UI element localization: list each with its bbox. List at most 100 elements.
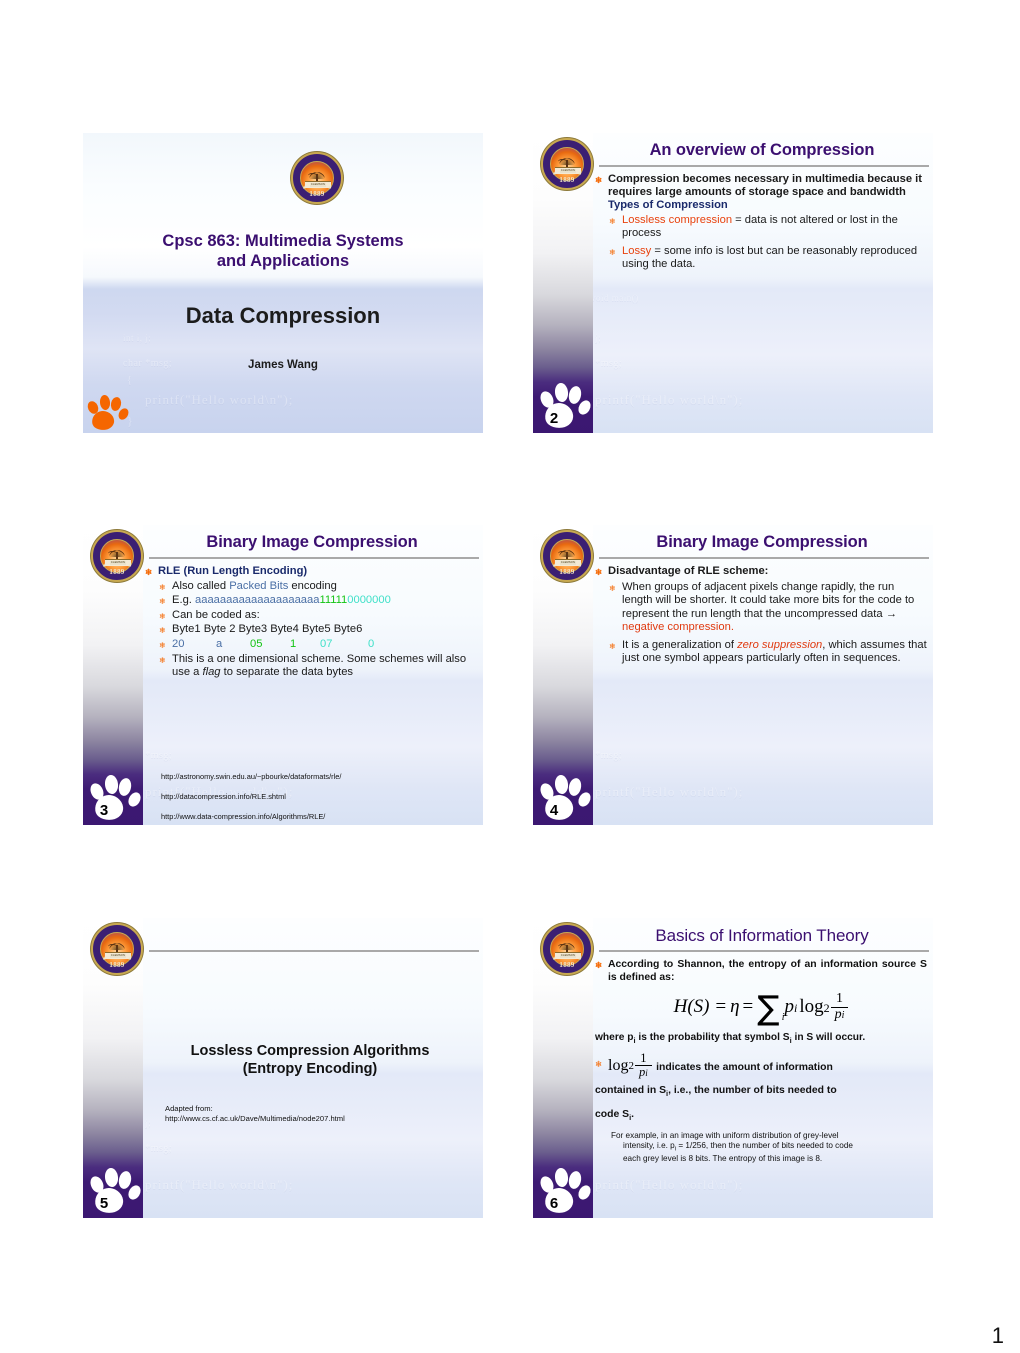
course-title-line-2: and Applications xyxy=(216,252,350,270)
p-subscript: i xyxy=(793,1001,798,1016)
example-note: For example, in an image with uniform di… xyxy=(595,1131,927,1165)
slide-6-basics-of-information-theory: printf("Hello world\n"); CLEMSON ★ ★ 1889… xyxy=(533,918,933,1218)
fraction-denominator: pi xyxy=(831,1007,849,1023)
source-note-url[interactable]: http://www.cs.cf.ac.uk/Dave/Multimedia/n… xyxy=(165,1114,475,1124)
reference-link-3[interactable]: http://www.data-compression.info/Algorit… xyxy=(161,812,477,821)
bullet-text: Also called Packed Bits encoding xyxy=(172,580,477,593)
text-segment: intensity, i.e. p xyxy=(623,1140,675,1150)
reference-link-1[interactable]: http://astronomy.swin.edu.au/~pbourke/da… xyxy=(161,772,477,781)
paw-bullet-icon: ❄ xyxy=(609,641,616,651)
formula-sigma: ∑ i xyxy=(757,991,784,1024)
slide-4-binary-image-compression-disadvantage: char *msg; { printf("Hello world\n"); } … xyxy=(533,525,933,825)
slide-1-title: int i, j; char *msg; { printf("Hello wor… xyxy=(83,133,483,433)
title-divider xyxy=(149,950,479,952)
byte6-value: 0 xyxy=(368,637,375,650)
clemson-seal-icon: CLEMSON ★ ★ 1889 xyxy=(541,923,593,975)
arrow-glyph: → xyxy=(885,607,897,620)
text-segment: where p xyxy=(595,1031,634,1043)
text-segment: is the probability that symbol S xyxy=(635,1031,790,1043)
text-segment: , i.e., the number of bits needed to xyxy=(668,1085,837,1097)
example-line-3: each grey level is 8 bits. The entropy o… xyxy=(623,1154,823,1164)
bullet-item: ❄ E.g. aaaaaaaaaaaaaaaaaaaa111110000000 xyxy=(159,594,477,607)
slide-3-binary-image-compression-rle: char *msg; printf("Hello world\n"); CLEM… xyxy=(83,525,483,825)
byte4-value: 1 xyxy=(290,637,297,650)
source-note-label: Adapted from: xyxy=(165,1104,213,1113)
zero-suppression-label: zero suppression xyxy=(737,638,823,651)
bullet-item: ❄ RLE (Run Length Encoding) xyxy=(145,565,477,578)
slide-body: ❄ Disadvantage of RLE scheme: ❄ When gro… xyxy=(595,565,927,821)
reference-links: http://astronomy.swin.edu.au/~pbourke/da… xyxy=(161,772,477,821)
slide-handout-page: int i, j; char *msg; { printf("Hello wor… xyxy=(0,0,1020,1353)
den-subscript: i xyxy=(841,1010,845,1022)
slide-5-lossless-compression-algorithms: int i, j; char *msg; { printf("Hello wor… xyxy=(83,918,483,1218)
bullet-item: ❄ Can be coded as: xyxy=(159,609,477,622)
title-divider xyxy=(149,557,479,559)
log-formula: log 2 1 pi xyxy=(608,1051,652,1080)
flag-keyword: flag xyxy=(202,666,221,679)
formula-log: log2 xyxy=(799,996,829,1018)
text-segment: Also called xyxy=(172,580,230,592)
paw-bullet-icon: ❄ xyxy=(609,247,616,257)
bullet-item: ❄ Lossy = some info is lost but can be r… xyxy=(609,245,927,272)
term-definition: = some info is lost but can be reasonabl… xyxy=(622,244,918,270)
paw-bullet-icon: ❄ xyxy=(609,216,616,226)
paw-bullet-icon: ❄ xyxy=(145,567,153,577)
paw-bullet-icon: ❄ xyxy=(595,960,603,970)
text-segment: . xyxy=(631,1108,635,1120)
bullet-text: This is a one dimensional scheme. Some s… xyxy=(172,653,477,680)
slide-title: Basics of Information Theory xyxy=(655,926,869,945)
clemson-seal-icon: CLEMSON ★ ★ 1889 xyxy=(541,138,593,190)
slide-background xyxy=(83,133,483,433)
paw-bullet-icon: ❄ xyxy=(595,175,603,185)
bullet-text: It is a generalization of zero suppressi… xyxy=(622,639,927,666)
slide-body: ❄ According to Shannon, the entropy of a… xyxy=(595,958,927,1214)
bullet-text: Lossless compression = data is not alter… xyxy=(622,214,927,241)
formula-equals: = xyxy=(742,996,754,1018)
bullet-text: Lossy = some info is lost but can be rea… xyxy=(622,245,927,272)
byte-header-row: Byte1 Byte 2 Byte3 Byte4 Byte5 Byte6 xyxy=(172,623,363,636)
bullet-text: According to Shannon, the entropy of an … xyxy=(608,959,927,983)
title-divider xyxy=(599,950,929,952)
presentation-title: Data Compression xyxy=(185,303,381,328)
paw-bullet-icon: ❄ xyxy=(159,597,166,607)
example-line-1: For example, in an image with uniform di… xyxy=(611,1130,839,1140)
formula-fraction: 1 pi xyxy=(830,991,849,1023)
bullet-item: ❄ When groups of adjacent pixels change … xyxy=(609,581,927,635)
reference-link-2[interactable]: http://datacompression.info/RLE.shtml xyxy=(161,792,477,801)
text-segment: It is a generalization of xyxy=(622,638,738,651)
section-title-line-1: Lossless Compression Algorithms xyxy=(190,1043,430,1059)
fraction-denominator: pi xyxy=(635,1066,652,1079)
example-line-2: intensity, i.e. pi = 1/256, then the num… xyxy=(611,1141,927,1155)
bullet-item: ❄ According to Shannon, the entropy of a… xyxy=(595,958,927,984)
paw-bullet-icon: ❄ xyxy=(159,640,166,650)
log-label: log xyxy=(799,996,824,1018)
text-segment: to separate the data bytes xyxy=(220,666,354,679)
text-segment: . xyxy=(730,621,734,634)
text-segment: When groups of adjacent pixels change ra… xyxy=(622,581,915,620)
text-segment: E.g. xyxy=(172,594,196,607)
entropy-formula: H(S) = η = ∑ i pi log2 1 pi xyxy=(595,991,927,1024)
paw-bullet-icon: ❄ xyxy=(159,583,166,592)
text-segment: in S will occur. xyxy=(791,1031,866,1043)
packed-bits-label: Packed Bits xyxy=(229,580,289,592)
bullet-item: ❄ Also called Packed Bits encoding xyxy=(159,580,477,593)
formula-lhs: H(S) = xyxy=(673,996,728,1018)
formula-fraction: 1 pi xyxy=(634,1051,652,1080)
title-divider xyxy=(599,557,929,559)
byte2-value: a xyxy=(216,637,223,650)
bullet-item: ❄ It is a generalization of zero suppres… xyxy=(609,639,927,666)
paw-bullet-icon: ❄ xyxy=(595,567,603,577)
fraction-numerator: 1 xyxy=(835,991,843,1006)
paw-bullet-icon: ❄ xyxy=(609,584,616,593)
slide-2-overview-of-compression: void main() { int i, j; char *msg; { pri… xyxy=(533,133,933,433)
paw-bullet-icon: ❄ xyxy=(159,626,166,636)
slide-body: ❄ Compression becomes necessary in multi… xyxy=(595,173,927,429)
sigma-glyph: ∑ xyxy=(757,987,780,1027)
section-title: Lossless Compression Algorithms (Entropy… xyxy=(153,1042,467,1078)
paw-bullet-icon: ❄ xyxy=(595,1058,603,1069)
author-name: James Wang xyxy=(248,359,318,371)
bullet-text: When groups of adjacent pixels change ra… xyxy=(622,581,927,635)
log-description: indicates the amount of information xyxy=(656,1061,833,1073)
course-title: Cpsc 863: Multimedia Systems and Applica… xyxy=(103,231,463,271)
p-symbol: p xyxy=(784,996,794,1018)
